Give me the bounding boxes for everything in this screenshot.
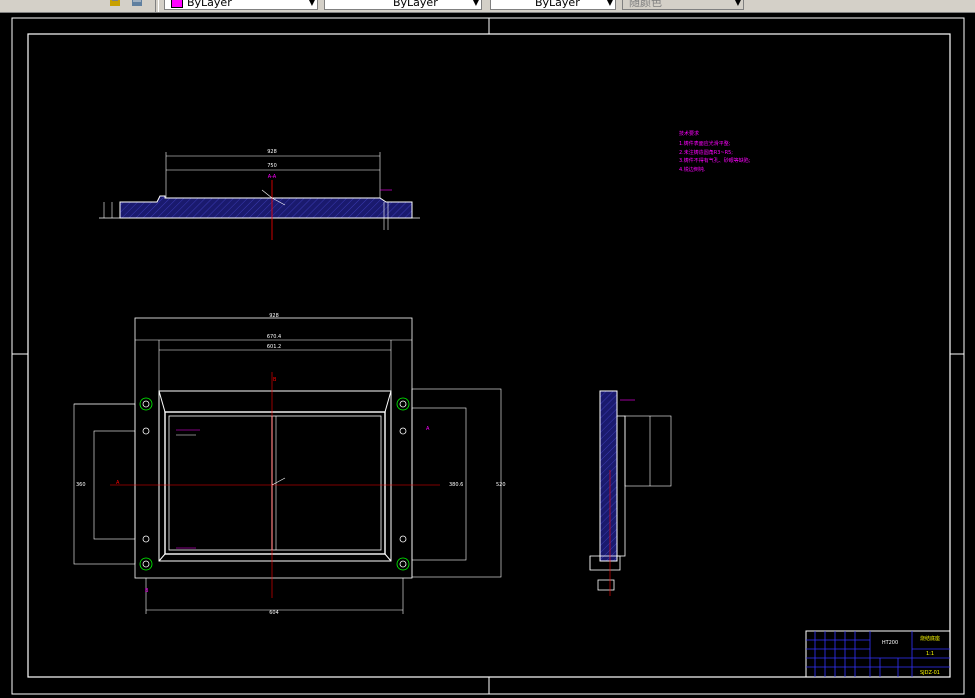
color-swatch <box>171 0 183 8</box>
locating-hole <box>399 427 407 435</box>
chevron-down-icon: ▼ <box>472 0 479 7</box>
dim-text-mid: 750 <box>267 163 277 169</box>
locating-hole <box>142 535 150 543</box>
dim-text-plan-right: 520 <box>496 482 506 488</box>
chevron-down-icon: ▼ <box>606 0 613 7</box>
color-control-dropdown[interactable]: ByLayer ▼ <box>164 0 318 10</box>
title-block-scale: 1:1 <box>926 651 934 657</box>
dim-text-plan-bottom: 604 <box>269 610 279 616</box>
view-mark-a-left: A <box>116 480 120 486</box>
title-block-part-name: 烧结底座 <box>920 635 940 642</box>
drawing-canvas[interactable]: 928 750 A-A 技术要求 1.铸件表面应光滑平整; 2.未注铸造圆角R3… <box>0 12 975 698</box>
color-control-value: ByLayer <box>187 0 232 9</box>
layer-states-icon[interactable] <box>108 0 122 8</box>
technical-notes: 技术要求 1.铸件表面应光滑平整; 2.未注铸造圆角R3~R5; 3.铸件不得有… <box>679 130 751 173</box>
cavity-inner <box>168 415 382 551</box>
plotstyle-control-dropdown[interactable]: 随颜色 ▼ <box>622 0 744 10</box>
centering-marks <box>12 18 964 694</box>
outer-flange-outline <box>134 317 413 579</box>
plan-view: 928 670.4 601.2 604 360 520 380.6 A A B … <box>73 313 506 616</box>
side-wall-section <box>599 390 618 562</box>
view-mark-a-right: A <box>426 426 430 432</box>
dim-text-overall: 928 <box>267 149 277 155</box>
cavity-outer <box>164 411 386 555</box>
notes-title: 技术要求 <box>679 130 699 137</box>
dim-text-plan-inner2: 601.2 <box>267 344 281 350</box>
sheet-outer-border <box>11 17 965 695</box>
chevron-down-icon: ▼ <box>308 0 315 7</box>
chevron-down-icon: ▼ <box>734 0 741 7</box>
title-block: HT200 烧结底座 1:1 SJDZ-01 <box>805 630 951 678</box>
mounting-hole <box>396 557 410 571</box>
mounting-hole <box>139 557 153 571</box>
section-view-a-a: 928 750 A-A <box>99 149 420 240</box>
dim-text-plan-depth: 380.6 <box>449 482 463 488</box>
dim-text-plan-inner1: 670.4 <box>267 334 281 340</box>
side-view <box>589 390 672 596</box>
note-line: 1.铸件表面应光滑平整; <box>679 140 731 147</box>
dim-text-plan-left: 360 <box>76 482 86 488</box>
sheet-inner-border <box>27 33 951 678</box>
lineweight-control-dropdown[interactable]: ByLayer ▼ <box>490 0 616 10</box>
plotstyle-control-value: 随颜色 <box>629 0 662 9</box>
title-block-material: HT200 <box>882 640 898 646</box>
note-line: 4.锐边倒钝. <box>679 166 706 173</box>
locating-hole <box>142 427 150 435</box>
mounting-hole <box>139 397 153 411</box>
lineweight-control-value: ByLayer <box>535 0 580 9</box>
base-plate-outline <box>158 390 392 562</box>
view-mark-b-top: B <box>273 377 277 383</box>
note-line: 2.未注铸造圆角R3~R5; <box>679 149 733 156</box>
toolbar-separator <box>155 0 159 12</box>
layer-previous-icon[interactable] <box>130 0 144 8</box>
locating-hole <box>399 535 407 543</box>
note-line: 3.铸件不得有气孔、砂眼等缺陷; <box>679 157 751 164</box>
dim-text-plan-overall: 928 <box>269 313 279 319</box>
section-label: A-A <box>268 174 277 180</box>
mounting-hole <box>396 397 410 411</box>
title-block-drawing-no: SJDZ-01 <box>920 670 940 676</box>
linetype-control-value: ByLayer <box>393 0 438 9</box>
view-mark-b-bottom: B <box>145 588 149 594</box>
linetype-control-dropdown[interactable]: ByLayer ▼ <box>324 0 482 10</box>
